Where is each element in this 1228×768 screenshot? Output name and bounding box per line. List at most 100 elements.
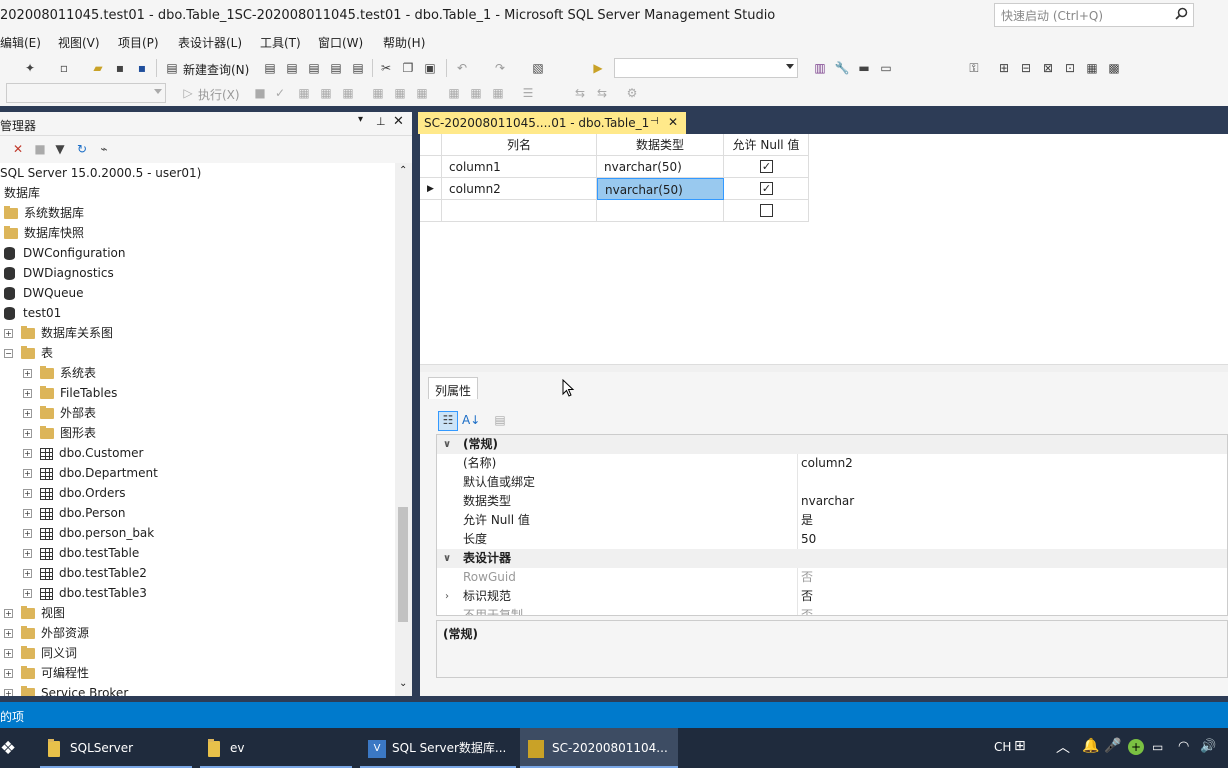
cancel-query-icon[interactable]: ■ xyxy=(252,85,268,101)
execute-icon[interactable]: ▷ xyxy=(180,85,196,101)
expand-icon[interactable]: + xyxy=(4,609,13,618)
property-pages-icon[interactable]: ▤ xyxy=(492,412,508,428)
start-icon[interactable]: ❖ xyxy=(0,738,16,759)
tree-node-dwconfiguration[interactable]: DWConfiguration xyxy=(4,243,126,263)
cell-column-name[interactable] xyxy=(442,200,597,222)
column-header-type[interactable]: 数据类型 xyxy=(597,134,724,156)
paste-icon[interactable]: ▣ xyxy=(422,60,438,76)
tree-node-system-tables[interactable]: + 系统表 xyxy=(23,363,96,383)
tree-node-tables[interactable]: − 表 xyxy=(4,343,53,363)
check-constraints-icon[interactable]: ⊠ xyxy=(1040,60,1056,76)
specify-values-icon[interactable]: ⇆ xyxy=(572,85,588,101)
menu-view[interactable]: 视图(V) xyxy=(58,34,100,51)
column-header-allow-null[interactable]: 允许 Null 值 xyxy=(724,134,809,156)
expand-icon[interactable]: + xyxy=(23,529,32,538)
activity-monitor-icon[interactable]: ▧ xyxy=(530,60,546,76)
cell-data-type-selected[interactable]: nvarchar(50) xyxy=(597,178,724,200)
intellisense-icon[interactable]: ▦ xyxy=(340,85,356,101)
tree-node-external-resources[interactable]: + 外部资源 xyxy=(4,623,89,643)
query-options-icon[interactable]: ▦ xyxy=(318,85,334,101)
chevron-down-icon[interactable]: ∨ xyxy=(443,435,451,454)
save-all-icon[interactable]: ▪ xyxy=(134,60,150,76)
decrease-indent-icon[interactable]: ⇆ xyxy=(594,85,610,101)
tree-node-dwdiagnostics[interactable]: DWDiagnostics xyxy=(4,263,114,283)
tree-node-programmability[interactable]: + 可编程性 xyxy=(4,663,89,683)
execute-button[interactable]: 执行(X) xyxy=(198,86,240,103)
property-row[interactable]: › 标识规范 否 xyxy=(437,587,1227,606)
expand-icon[interactable]: + xyxy=(23,369,32,378)
cell-allow-null[interactable] xyxy=(724,200,809,222)
designer-splitter[interactable] xyxy=(420,364,1228,372)
taskbar-item-sqlserver-folder[interactable]: SQLServer xyxy=(40,728,192,768)
scrollbar-thumb[interactable] xyxy=(398,507,408,622)
expand-icon[interactable]: + xyxy=(23,469,32,478)
display-plan-icon[interactable]: ▦ xyxy=(296,85,312,101)
chevron-up-icon[interactable]: ︿ xyxy=(1056,737,1070,757)
new-query-icon[interactable]: ▤ xyxy=(164,60,180,76)
expand-icon[interactable]: + xyxy=(23,449,32,458)
pin-icon[interactable]: ⊥ xyxy=(376,115,386,128)
cut-icon[interactable]: ✂ xyxy=(378,60,394,76)
add-app-icon[interactable]: + xyxy=(1128,739,1144,755)
chevron-down-icon[interactable]: ⌄ xyxy=(399,678,407,689)
ime-indicator[interactable]: CH xyxy=(994,740,1011,754)
expand-icon[interactable]: + xyxy=(23,389,32,398)
tree-node-test01[interactable]: test01 xyxy=(4,303,61,323)
menu-table-designer[interactable]: 表设计器(L) xyxy=(178,34,242,51)
tree-node-table[interactable]: + dbo.testTable xyxy=(23,543,139,563)
expand-icon[interactable]: + xyxy=(23,489,32,498)
expand-icon[interactable]: + xyxy=(4,649,13,658)
solution-explorer-icon[interactable]: ▥ xyxy=(812,60,828,76)
notification-bell-icon[interactable]: 🔔 xyxy=(1082,738,1099,754)
tree-node-table[interactable]: + dbo.Customer xyxy=(23,443,143,463)
expand-icon[interactable]: + xyxy=(4,689,13,696)
property-row[interactable]: 默认值或绑定 xyxy=(437,473,1227,492)
save-icon[interactable]: ▪ xyxy=(112,60,128,76)
wifi-icon[interactable]: ◠ xyxy=(1178,739,1189,754)
tree-node-table[interactable]: + dbo.Department xyxy=(23,463,158,483)
cell-column-name[interactable]: column1 xyxy=(442,156,597,178)
find-icon[interactable]: ▶ xyxy=(590,60,606,76)
property-value[interactable]: 否 xyxy=(801,587,813,606)
filter-icon[interactable]: ▼ xyxy=(52,141,68,157)
indent-icon[interactable]: ☰ xyxy=(520,85,536,101)
checkbox-unchecked-icon[interactable] xyxy=(760,204,773,217)
expand-icon[interactable]: + xyxy=(23,509,32,518)
tree-node-service-broker[interactable]: + Service Broker xyxy=(4,683,128,696)
tree-node-table[interactable]: + dbo.Orders xyxy=(23,483,126,503)
taskbar-item-ev-folder[interactable]: ev xyxy=(200,728,352,768)
checkbox-checked-icon[interactable]: ✓ xyxy=(760,160,773,173)
expand-icon[interactable]: + xyxy=(4,629,13,638)
property-row[interactable]: (名称) column2 xyxy=(437,454,1227,473)
property-value[interactable]: nvarchar xyxy=(801,492,854,511)
tree-node-system-databases[interactable]: 系统数据库 xyxy=(4,203,84,223)
property-value[interactable]: 50 xyxy=(801,530,816,549)
expand-icon[interactable]: + xyxy=(4,669,13,678)
template-icon[interactable]: ⚙ xyxy=(624,85,640,101)
cell-data-type[interactable]: nvarchar(50) xyxy=(597,156,724,178)
chevron-down-icon[interactable]: ∨ xyxy=(443,549,451,568)
tree-node-dwqueue[interactable]: DWQueue xyxy=(4,283,84,303)
property-row[interactable]: 长度 50 xyxy=(437,530,1227,549)
new-query-button[interactable]: 新建查询(N) xyxy=(183,61,249,78)
expand-icon[interactable]: + xyxy=(23,569,32,578)
quick-launch-input[interactable]: 快速启动 (Ctrl+Q) xyxy=(994,3,1194,27)
dmx-query-icon[interactable]: ▤ xyxy=(306,60,322,76)
menu-tools[interactable]: 工具(T) xyxy=(260,34,301,51)
activity-icon[interactable]: ⌁ xyxy=(96,141,112,157)
expand-icon[interactable]: + xyxy=(23,409,32,418)
dax-query-icon[interactable]: ▤ xyxy=(350,60,366,76)
tree-server-node[interactable]: SQL Server 15.0.2000.5 - user01) xyxy=(0,163,201,183)
row-selector-current[interactable]: ▶ xyxy=(420,178,442,200)
xmla-query-icon[interactable]: ▤ xyxy=(328,60,344,76)
column-properties-tab[interactable]: 列属性 xyxy=(428,377,478,399)
column-header-name[interactable]: 列名 xyxy=(442,134,597,156)
keyboard-grid-icon[interactable]: ⊞ xyxy=(1014,738,1026,754)
relationships-icon[interactable]: ⊞ xyxy=(996,60,1012,76)
manage-xml-index-icon[interactable]: ▩ xyxy=(1106,60,1122,76)
add-item-icon[interactable]: ▫ xyxy=(56,60,72,76)
expand-icon[interactable]: + xyxy=(23,429,32,438)
cell-allow-null[interactable]: ✓ xyxy=(724,156,809,178)
object-explorer-scrollbar[interactable]: ⌃ ⌄ xyxy=(395,163,412,696)
close-icon[interactable]: ✕ xyxy=(668,115,678,129)
